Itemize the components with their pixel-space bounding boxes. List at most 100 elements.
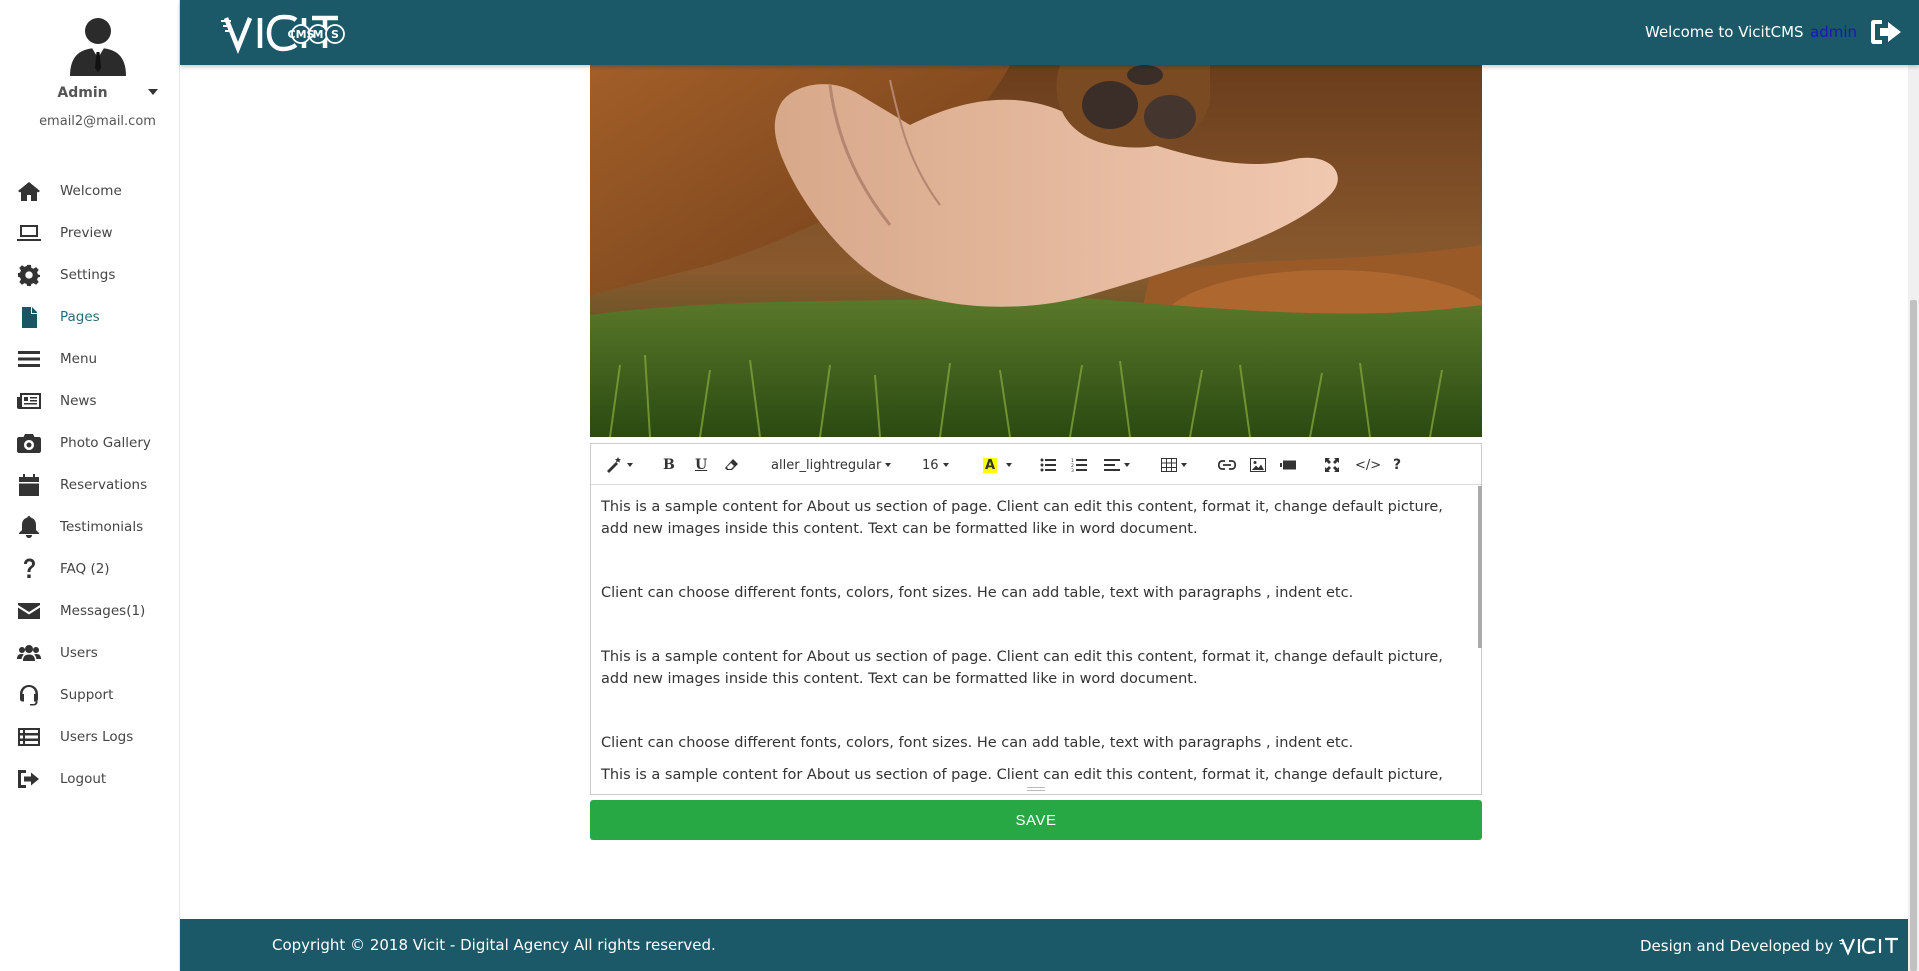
- font-family-value: aller_lightregular: [771, 457, 882, 473]
- sidebar-item-label: Users: [60, 645, 98, 661]
- svg-text:S: S: [331, 28, 339, 41]
- newspaper-icon: [16, 390, 42, 412]
- video-icon: [1280, 460, 1296, 470]
- footer: Copyright © 2018 Vicit - Digital Agency …: [180, 919, 1908, 971]
- color-dropdown[interactable]: [1006, 454, 1012, 476]
- editor-paragraph: Client can choose different fonts, color…: [601, 735, 1354, 751]
- editor-paragraph: This is a sample content for About us se…: [601, 649, 1443, 687]
- welcome-text: Welcome to VicitCMS: [1645, 23, 1804, 41]
- expand-icon: [1325, 458, 1339, 472]
- gear-icon: [16, 264, 42, 286]
- home-icon: [16, 180, 42, 202]
- highlight-a-icon: A: [983, 457, 998, 473]
- ordered-list-icon: 123: [1071, 458, 1087, 472]
- editor-toolbar: B U aller_lightregular 16 A 123 </> ?: [591, 444, 1481, 485]
- image-icon: [1250, 458, 1266, 472]
- bell-icon: [16, 516, 42, 538]
- editor-paragraph: Client can choose different fonts, color…: [601, 585, 1354, 601]
- envelope-icon: [16, 600, 42, 622]
- sidebar-item-testimonials[interactable]: Testimonials: [0, 510, 180, 544]
- sidebar-item-messages[interactable]: Messages(1): [0, 594, 180, 628]
- ordered-list-button[interactable]: 123: [1071, 454, 1087, 476]
- question-icon: [16, 558, 42, 580]
- sidebar-item-label: Support: [60, 687, 114, 703]
- vicit-cms-logo[interactable]: CMS M S: [220, 10, 370, 54]
- sidebar-item-label: Users Logs: [60, 729, 134, 745]
- link-icon: [1218, 460, 1236, 470]
- unordered-list-icon: [1040, 458, 1056, 472]
- sidebar-item-preview[interactable]: Preview: [0, 216, 180, 250]
- sidebar-item-menu[interactable]: Menu: [0, 342, 180, 376]
- underline-button[interactable]: U: [695, 454, 707, 476]
- laptop-icon: [16, 222, 42, 244]
- credit: Design and Developed by: [1640, 936, 1899, 956]
- save-button[interactable]: SAVE: [590, 800, 1482, 840]
- font-family-dropdown[interactable]: aller_lightregular: [771, 454, 892, 476]
- insert-image-button[interactable]: [1250, 454, 1266, 476]
- list-icon: [16, 726, 42, 748]
- editor-paragraph: This is a sample content for About us se…: [601, 499, 1443, 537]
- magic-wand-icon: [607, 457, 621, 473]
- sidebar-item-logout[interactable]: Logout: [0, 762, 180, 796]
- code-view-button[interactable]: </>: [1355, 454, 1381, 476]
- file-icon: [16, 306, 42, 328]
- paragraph-align-dropdown[interactable]: [1104, 454, 1130, 476]
- sidebar-item-label: Logout: [60, 771, 107, 787]
- editor-scrollbar[interactable]: [1478, 486, 1482, 648]
- sidebar-item-label: FAQ (2): [60, 561, 110, 577]
- admin-user-link[interactable]: admin: [1810, 23, 1857, 41]
- user-name[interactable]: Admin: [0, 85, 165, 101]
- chevron-down-icon[interactable]: [148, 89, 158, 95]
- unordered-list-button[interactable]: [1040, 454, 1056, 476]
- avatar: [70, 18, 126, 76]
- sidebar-item-photo-gallery[interactable]: Photo Gallery: [0, 426, 180, 460]
- help-button[interactable]: ?: [1393, 454, 1401, 476]
- sidebar-item-welcome[interactable]: Welcome: [0, 174, 180, 208]
- page-scrollbar-thumb[interactable]: [1910, 300, 1917, 971]
- sidebar-item-reservations[interactable]: Reservations: [0, 468, 180, 502]
- credit-text: Design and Developed by: [1640, 937, 1834, 955]
- sign-out-icon[interactable]: [1870, 19, 1902, 45]
- calendar-icon: [16, 474, 42, 496]
- sidebar-item-label: Settings: [60, 267, 116, 283]
- insert-video-button[interactable]: [1280, 454, 1296, 476]
- sidebar-item-faq[interactable]: FAQ (2): [0, 552, 180, 586]
- svg-text:3: 3: [1071, 468, 1074, 472]
- top-header: CMS M S Welcome to VicitCMS admin: [180, 0, 1919, 65]
- text-color-button[interactable]: A: [983, 454, 998, 476]
- vicit-logo[interactable]: [1839, 936, 1899, 956]
- sidebar-item-support[interactable]: Support: [0, 678, 180, 712]
- bold-button[interactable]: B: [663, 454, 675, 476]
- sidebar: Admin email2@mail.com Welcome Preview Se…: [0, 0, 180, 971]
- sidebar-item-users-logs[interactable]: Users Logs: [0, 720, 180, 754]
- eraser-button[interactable]: [725, 454, 739, 476]
- font-size-dropdown[interactable]: 16: [922, 454, 949, 476]
- table-dropdown[interactable]: [1161, 454, 1187, 476]
- sidebar-item-settings[interactable]: Settings: [0, 258, 180, 292]
- copyright-text: Copyright © 2018 Vicit - Digital Agency …: [272, 936, 716, 954]
- sidebar-item-pages[interactable]: Pages: [0, 300, 180, 334]
- sidebar-item-label: Photo Gallery: [60, 435, 151, 451]
- sign-out-icon: [16, 768, 42, 790]
- font-size-value: 16: [922, 457, 939, 473]
- insert-link-button[interactable]: [1218, 454, 1236, 476]
- editor-paragraph: This is a sample content for About us se…: [601, 767, 1443, 783]
- magic-style-button[interactable]: [605, 454, 633, 476]
- svg-text:M: M: [313, 28, 324, 41]
- eraser-icon: [725, 459, 738, 470]
- users-icon: [16, 642, 42, 664]
- rich-text-editor: B U aller_lightregular 16 A 123 </> ? Th…: [590, 443, 1482, 795]
- page-image: [590, 65, 1482, 437]
- user-email: email2@mail.com: [39, 114, 156, 129]
- bars-icon: [16, 348, 42, 370]
- fullscreen-button[interactable]: [1325, 454, 1339, 476]
- sidebar-item-label: Testimonials: [60, 519, 144, 535]
- sidebar-item-users[interactable]: Users: [0, 636, 180, 670]
- logo-letter: CMS: [288, 28, 315, 41]
- editor-resize-handle[interactable]: [1027, 787, 1045, 791]
- sidebar-item-news[interactable]: News: [0, 384, 180, 418]
- sidebar-item-label: Welcome: [60, 183, 122, 199]
- editor-content-area[interactable]: This is a sample content for About us se…: [591, 486, 1479, 786]
- sidebar-item-label: Messages(1): [60, 603, 146, 619]
- table-icon: [1161, 458, 1177, 472]
